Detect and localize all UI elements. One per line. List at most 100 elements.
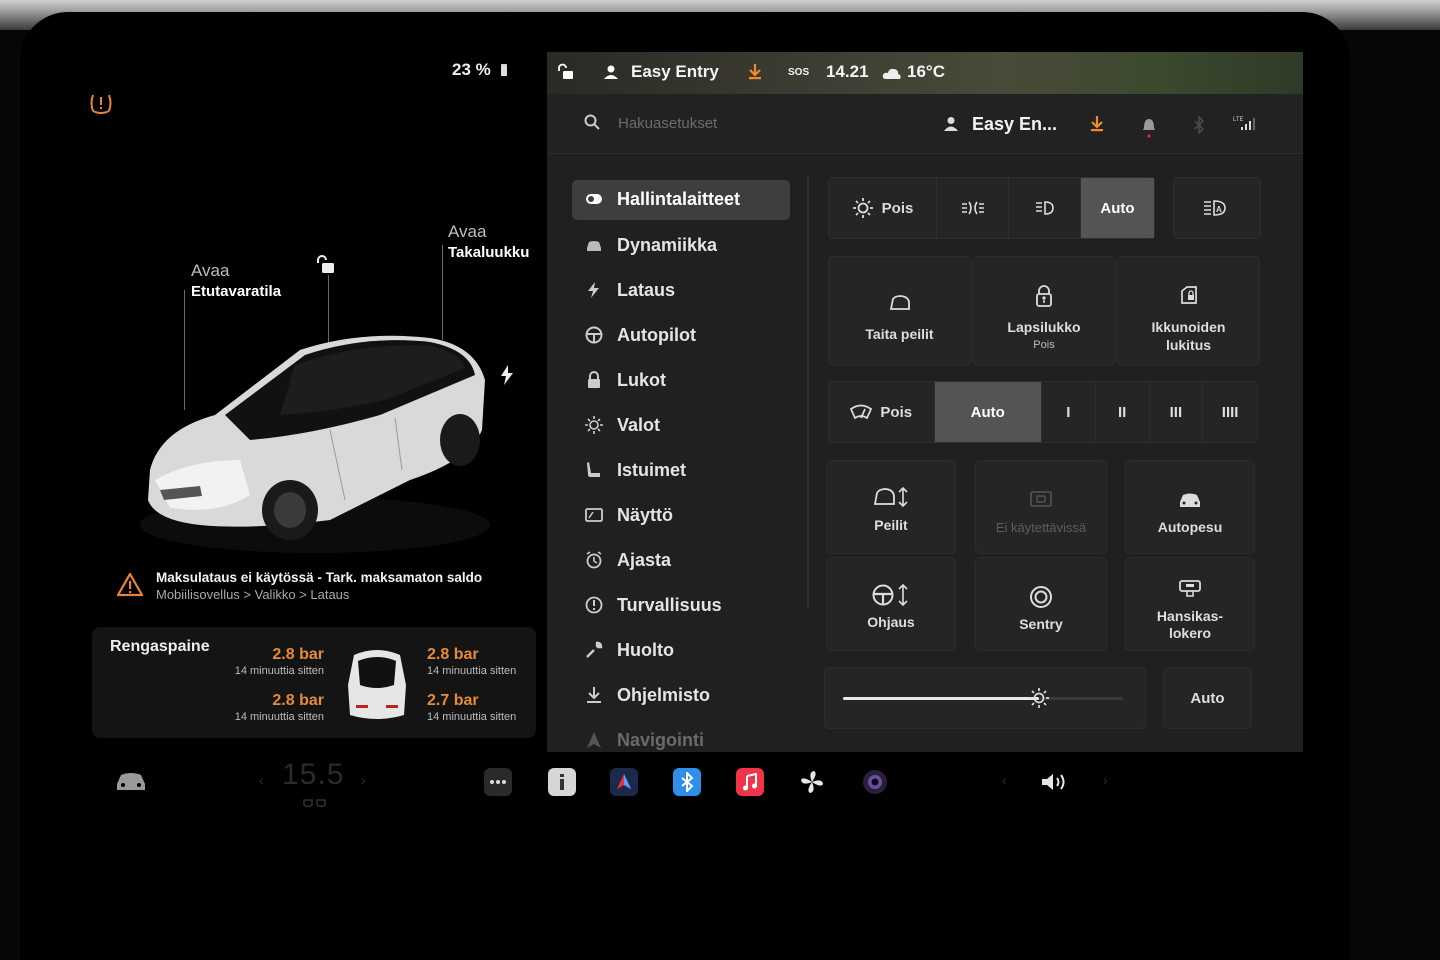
menu-item-ajasta[interactable]: Ajasta [572,540,790,585]
menu-item-turvallisuus[interactable]: Turvallisuus [572,585,790,630]
brightness-auto-button[interactable]: Auto [1163,667,1252,729]
menu-label: Huolto [617,640,674,660]
settings-topbar: Hakuasetukset Easy En... LTE [547,94,1303,154]
low-beam-option[interactable] [1009,178,1081,238]
wipers-auto-option[interactable]: Auto [934,382,1042,442]
wipers-speed-4[interactable]: IIII [1203,382,1257,442]
wiper-speed-label: IIII [1221,403,1239,421]
sentry-button[interactable]: Sentry [975,557,1107,651]
steering-adjust-button[interactable]: Ohjaus [826,557,956,651]
car-icon[interactable] [115,770,147,792]
bluetooth-icon[interactable] [1193,116,1205,134]
window-lock-icon [1180,286,1197,304]
fold-mirrors-label: Taita peilit [865,326,934,342]
mirrors-adjust-button[interactable]: Peilit [826,460,956,554]
open-frunk-button[interactable]: Avaa Etutavaratila [191,260,281,302]
menu-item-navigointi[interactable]: Navigointi [572,720,790,752]
window-lock-label-1: Ikkunoiden [1151,319,1226,335]
tire-pressure-panel[interactable]: Rengaspaine 2.8 bar 14 minuuttia sitten … [92,627,536,738]
menu-item-dynamiikka[interactable]: Dynamiikka [572,225,790,270]
child-lock-label: Lapsilukko [1007,319,1081,335]
download-icon [587,687,601,703]
menu-item-ohjelmisto[interactable]: Ohjelmisto [572,675,790,720]
unlock-icon[interactable] [315,254,337,276]
alert-circle-icon [585,596,603,614]
menu-label: Autopilot [617,325,696,345]
lights-auto-option[interactable]: Auto [1081,178,1154,238]
car-wash-button[interactable]: Autopesu [1125,460,1255,554]
fold-mirrors-button[interactable]: Taita peilit [828,256,971,366]
menu-label: Näyttö [617,505,674,525]
cabin-temperature[interactable]: 15.5 [282,758,344,792]
lights-auto-label: Auto [1100,199,1135,217]
menu-item-autopilot[interactable]: Autopilot [572,315,790,360]
manual-app-button[interactable] [548,768,576,796]
brightness-sun-icon[interactable] [1028,687,1050,709]
low-beam-icon [1035,201,1054,215]
menu-item-huolto[interactable]: Huolto [572,630,790,675]
search-input[interactable]: Hakuasetukset [618,115,717,132]
more-apps-button[interactable] [484,768,512,796]
settings-panel: Easy Entry SOS 14.21 16°C Hakuasetukset … [547,52,1303,752]
seat-heater-icon[interactable] [302,798,328,808]
profile-button[interactable]: Easy En... [972,114,1057,135]
charge-port-icon[interactable] [499,364,515,386]
auto-high-beam-cell: A [1174,178,1260,238]
child-lock-button[interactable]: Lapsilukko Pois [972,256,1116,366]
menu-item-valot[interactable]: Valot [572,405,790,450]
menu-item-hallintalaitteet[interactable]: Hallintalaitteet [572,180,790,220]
window-lock-button[interactable]: Ikkunoiden lukitus [1117,256,1260,366]
menu-item-istuimet[interactable]: Istuimet [572,450,790,495]
glovebox-button[interactable]: Hansikas- lokero [1125,557,1255,651]
wipers-speed-3[interactable]: III [1150,382,1204,442]
bell-icon[interactable] [1142,116,1156,138]
trunk-label-line1: Avaa [448,222,487,241]
fan-app-button[interactable] [798,768,826,796]
search-icon[interactable] [584,114,600,130]
camera-app-button[interactable] [861,768,889,796]
sos-label[interactable]: SOS [788,67,809,78]
lights-off-option[interactable]: Pois [829,178,937,238]
menu-item-naytto[interactable]: Näyttö [572,495,790,540]
warning-triangle-icon [116,572,144,597]
tire-pressure-title: Rengaspaine [110,638,210,655]
wipers-speed-2[interactable]: II [1096,382,1150,442]
lte-signal-icon: LTE [1233,117,1255,130]
volume-decrease-button[interactable]: ‹ [1002,772,1007,788]
frunk-label-line1: Avaa [191,261,230,280]
download-icon[interactable] [747,63,763,81]
parking-lights-option[interactable] [937,178,1009,238]
notice-title: Maksulataus ei käytössä - Tark. maksamat… [156,570,483,585]
navigation-app-icon [617,774,631,789]
window-lock-label-2: lukitus [1165,337,1212,353]
status-profile-name[interactable]: Easy Entry [631,62,719,82]
tire-front-left: 2.8 bar 14 minuuttia sitten [235,646,324,677]
bluetooth-app-button[interactable] [673,768,701,796]
download-icon[interactable] [1089,115,1105,133]
volume-icon[interactable] [1040,772,1068,792]
auto-high-beam-button[interactable]: A [1173,177,1261,239]
menu-scrollbar[interactable] [807,177,809,607]
display-icon [585,508,603,522]
menu-item-lukot[interactable]: Lukot [572,360,790,405]
menu-label: Navigointi [617,730,705,750]
temp-increase-button[interactable]: › [361,772,366,788]
tire-pressure-warning-icon[interactable] [88,90,114,116]
menu-label: Istuimet [617,460,687,480]
open-trunk-button[interactable]: Avaa Takaluukku [448,221,529,263]
music-app-button[interactable] [736,768,764,796]
car-image [140,335,490,553]
steering-label: Ohjaus [867,614,915,630]
brightness-slider[interactable] [843,697,1123,700]
temp-decrease-button[interactable]: ‹ [259,772,264,788]
menu-label: Hallintalaitteet [617,189,741,209]
volume-increase-button[interactable]: › [1103,772,1108,788]
wipers-speed-1[interactable]: I [1042,382,1096,442]
unlocked-status-icon[interactable] [557,63,575,81]
menu-item-lataus[interactable]: Lataus [572,270,790,315]
navigation-app-button[interactable] [610,768,638,796]
glovebox-label-1: Hansikas- [1156,608,1224,624]
menu-label: Turvallisuus [617,595,722,615]
unavailable-button: Ei käytettävissä [975,460,1107,554]
wipers-off-option[interactable]: Pois [829,382,935,442]
